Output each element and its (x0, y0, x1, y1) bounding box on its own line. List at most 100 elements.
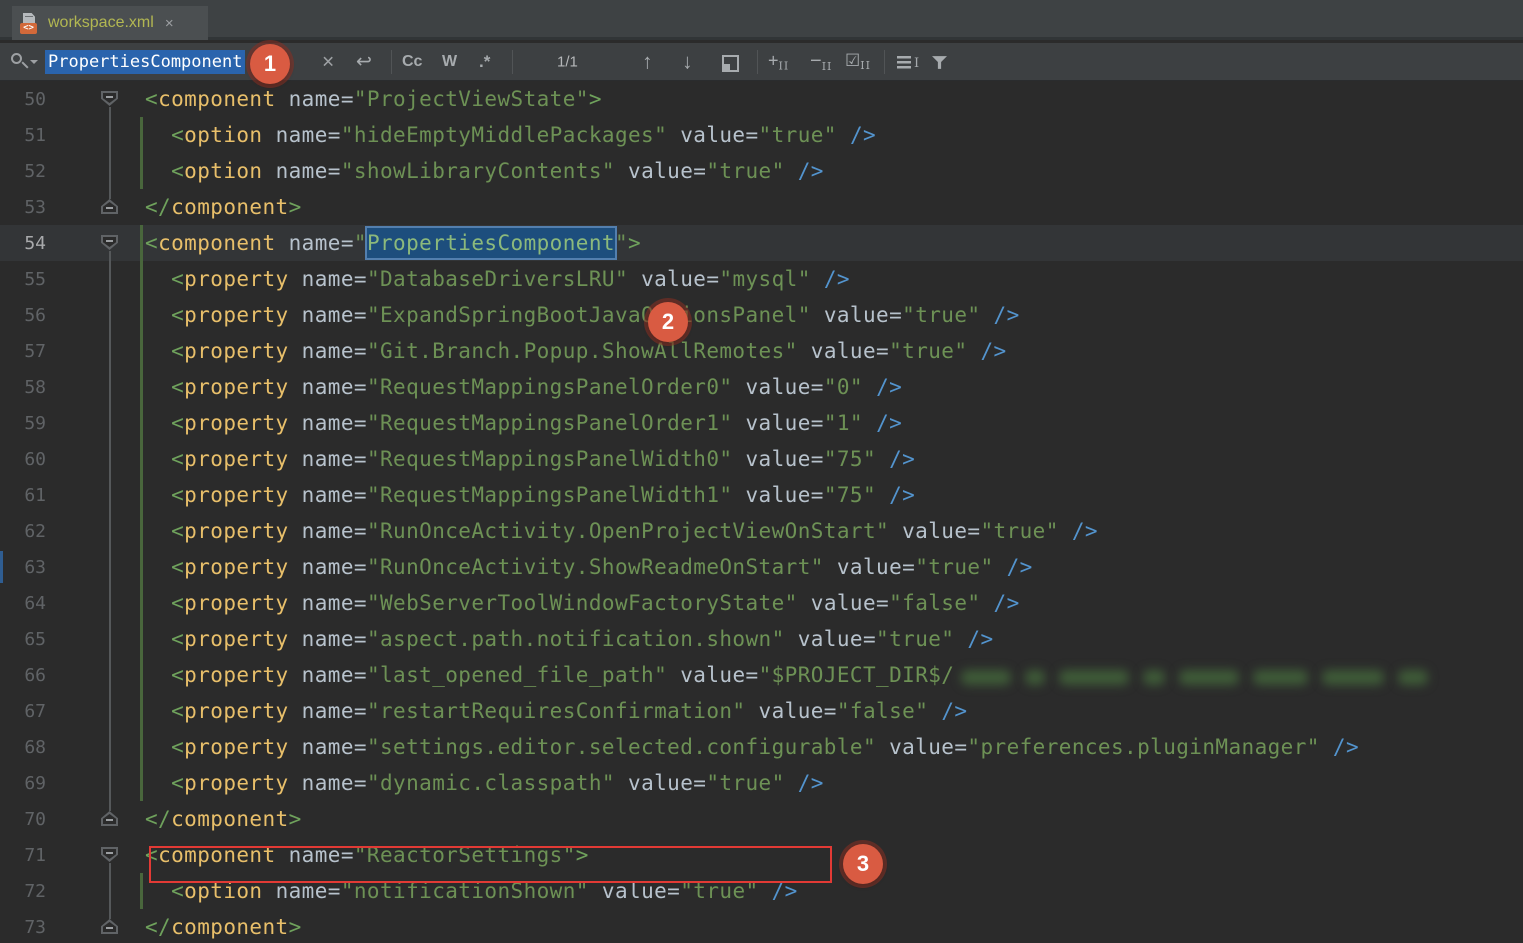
line-number: 52 (0, 161, 46, 182)
code-text: <property name="RequestMappingsPanelWidt… (145, 483, 915, 507)
divider (512, 50, 513, 74)
line-number: 65 (0, 629, 46, 650)
remove-occurrence-button[interactable]: −II (810, 51, 832, 73)
code-text: <option name="showLibraryContents" value… (145, 159, 824, 183)
code-line: 63 <property name="RunOnceActivity.ShowR… (0, 549, 1523, 585)
code-line: 58 <property name="RequestMappingsPanelO… (0, 369, 1523, 405)
redacted-path (954, 664, 1435, 688)
line-number: 57 (0, 341, 46, 362)
code-line: 67 <property name="restartRequiresConfir… (0, 693, 1523, 729)
add-occurrence-button[interactable]: +II (768, 51, 789, 72)
code-line: 60 <property name="RequestMappingsPanelW… (0, 441, 1523, 477)
code-text: <property name="WebServerToolWindowFacto… (145, 591, 1020, 615)
line-number: 61 (0, 485, 46, 506)
fold-marker-icon[interactable] (101, 91, 118, 106)
match-case-button[interactable]: Cc (402, 53, 422, 71)
line-number: 59 (0, 413, 46, 434)
code-text: <property name="RunOnceActivity.ShowRead… (145, 555, 1033, 579)
code-text: <property name="RequestMappingsPanelOrde… (145, 411, 902, 435)
code-line: 73 </component> (0, 909, 1523, 943)
tab-close-icon[interactable]: × (165, 15, 174, 32)
code-editor[interactable]: 2 3 50<component name="ProjectViewState"… (0, 81, 1523, 943)
next-occurrence-button[interactable]: ↓ (682, 51, 693, 72)
fold-marker-icon[interactable] (101, 235, 118, 250)
fold-connector-line (109, 107, 111, 199)
line-number: 70 (0, 809, 46, 830)
line-number: 71 (0, 845, 46, 866)
code-text: <property name="DatabaseDriversLRU" valu… (145, 267, 850, 291)
line-number: 51 (0, 125, 46, 146)
fold-marker-icon[interactable] (101, 199, 118, 214)
annotation-badge-1: 1 (250, 44, 290, 84)
line-number: 66 (0, 665, 46, 686)
code-text: </component> (145, 807, 302, 831)
code-text: <component name="ProjectViewState"> (145, 87, 602, 111)
select-all-occurrences-button[interactable]: ☑II (845, 52, 871, 72)
fold-connector-line (109, 863, 111, 919)
code-line: 52 <option name="showLibraryContents" va… (0, 153, 1523, 189)
fold-marker-icon[interactable] (101, 919, 118, 934)
divider (391, 50, 392, 74)
chevron-down-icon (30, 60, 38, 68)
divider (757, 50, 758, 74)
line-number: 69 (0, 773, 46, 794)
code-text: <property name="RequestMappingsPanelOrde… (145, 375, 902, 399)
code-text: </component> (145, 195, 302, 219)
code-text: <property name="settings.editor.selected… (145, 735, 1359, 759)
code-text: <property name="restartRequiresConfirmat… (145, 699, 967, 723)
previous-occurrence-button[interactable]: ↑ (642, 51, 653, 72)
code-line: 57 <property name="Git.Branch.Popup.Show… (0, 333, 1523, 369)
line-number: 53 (0, 197, 46, 218)
annotation-red-box (149, 846, 832, 883)
line-number: 72 (0, 881, 46, 902)
code-line: 64 <property name="WebServerToolWindowFa… (0, 585, 1523, 621)
annotation-badge-3: 3 (843, 844, 883, 884)
search-input[interactable]: PropertiesComponent (45, 50, 245, 74)
regex-button[interactable]: .* (479, 52, 490, 72)
search-icon[interactable] (8, 51, 40, 75)
line-number: 63 (0, 557, 46, 578)
code-text: </component> (145, 915, 302, 939)
code-line: 68 <property name="settings.editor.selec… (0, 729, 1523, 765)
match-count: 1/1 (557, 53, 578, 70)
code-line: 69 <property name="dynamic.classpath" va… (0, 765, 1523, 801)
code-line: 65 <property name="aspect.path.notificat… (0, 621, 1523, 657)
line-number: 73 (0, 917, 46, 938)
code-text: <property name="Git.Branch.Popup.ShowAll… (145, 339, 1007, 363)
find-all-button[interactable] (722, 55, 739, 72)
line-number: 60 (0, 449, 46, 470)
code-text: <property name="last_opened_file_path" v… (145, 663, 1435, 688)
code-line: 53 </component> (0, 189, 1523, 225)
clear-search-icon[interactable]: × (322, 51, 334, 72)
code-text: <property name="RequestMappingsPanelWidt… (145, 447, 915, 471)
code-line: 70 </component> (0, 801, 1523, 837)
code-text: <property name="RunOnceActivity.OpenProj… (145, 519, 1098, 543)
filter-icon[interactable] (932, 56, 947, 74)
code-line: 62 <property name="RunOnceActivity.OpenP… (0, 513, 1523, 549)
editor-tab-bar: <> workspace.xml × (0, 0, 1523, 40)
fold-marker-icon[interactable] (101, 811, 118, 826)
annotation-badge-2: 2 (648, 302, 688, 342)
fold-connector-line (109, 251, 111, 811)
filter-lines-icon[interactable]: I (897, 56, 923, 71)
code-line: 55 <property name="DatabaseDriversLRU" v… (0, 261, 1523, 297)
words-button[interactable]: W (442, 53, 457, 71)
code-line: 51 <option name="hideEmptyMiddlePackages… (0, 117, 1523, 153)
xml-file-icon: <> (20, 13, 41, 34)
code-text: <property name="aspect.path.notification… (145, 627, 994, 651)
line-number: 54 (0, 233, 46, 254)
fold-marker-icon[interactable] (101, 847, 118, 862)
code-line: 61 <property name="RequestMappingsPanelW… (0, 477, 1523, 513)
line-number: 55 (0, 269, 46, 290)
tab-title: workspace.xml (48, 14, 154, 32)
line-number: 62 (0, 521, 46, 542)
code-text: <option name="hideEmptyMiddlePackages" v… (145, 123, 876, 147)
tab-workspace-xml[interactable]: <> workspace.xml × (12, 6, 208, 40)
code-text: <property name="ExpandSpringBootJavaOpti… (145, 303, 1020, 327)
code-line: 66 <property name="last_opened_file_path… (0, 657, 1523, 693)
code-line: 56 <property name="ExpandSpringBootJavaO… (0, 297, 1523, 333)
newline-icon[interactable]: ↩ (356, 52, 372, 71)
line-number: 64 (0, 593, 46, 614)
line-number: 58 (0, 377, 46, 398)
divider (884, 50, 885, 74)
